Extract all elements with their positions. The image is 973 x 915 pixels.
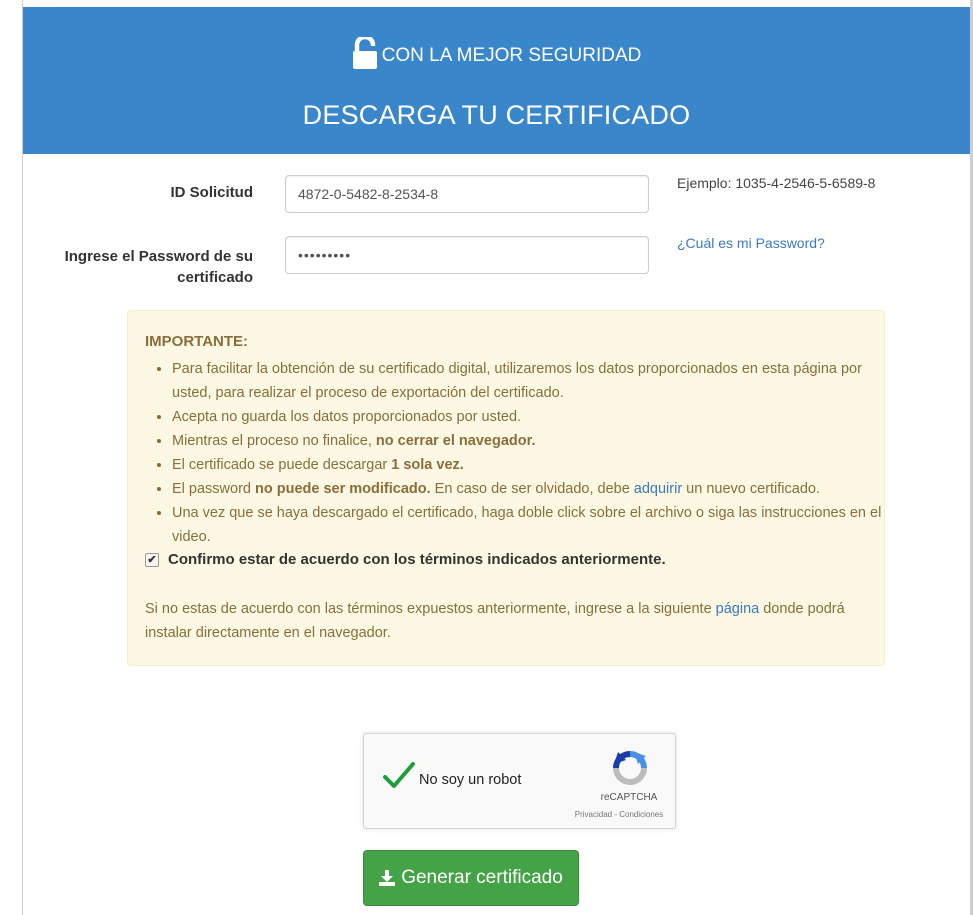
notice-item-bold: no cerrar el navegador. [375,433,536,449]
id-example-hint: Ejemplo: 1035-4-2546-5-6589-8 [677,175,876,191]
recaptcha-links[interactable]: Privacidad - Condiciones [564,810,674,819]
id-solicitud-label: ID Solicitud [170,184,254,201]
notice-item-text: Mientras el proceso no finalice, [172,433,376,449]
notice-item-text: El password [172,481,256,497]
recaptcha-brand: reCAPTCHA [600,792,658,803]
security-line: CON LA MEJOR SEGURIDAD [23,34,970,72]
notice-item-bold: 1 sola vez. [391,457,464,473]
list-item: Acepta no guarda los datos proporcionado… [172,405,882,429]
list-item: Una vez que se haya descargado el certif… [172,501,882,549]
notice-title: IMPORTANTE: [145,333,249,350]
page-header: CON LA MEJOR SEGURIDAD DESCARGA TU CERTI… [23,7,970,154]
download-icon [379,870,396,886]
page-title: DESCARGA TU CERTIFICADO [302,100,691,130]
notice-item-text: Para facilitar la obtención de su certif… [172,361,862,401]
terms-confirm-label: Confirmo estar de acuerdo con los términ… [168,551,666,568]
password-label-line1: Ingrese el Password de su [64,248,253,265]
security-text: CON LA MEJOR SEGURIDAD [381,45,642,66]
password-label-line2: certificado [177,269,253,286]
password-input[interactable] [285,236,649,274]
checkmark-icon[interactable] [382,760,416,792]
pagina-link[interactable]: página [716,601,760,617]
generar-certificado-button[interactable]: Generar certificado [363,850,579,906]
terms-checkbox[interactable]: ✔ [145,552,159,567]
list-item: El certificado se puede descargar 1 sola… [172,453,882,477]
password-label: Ingrese el Password de su certificado [40,246,253,288]
unlock-icon [352,34,378,69]
list-item: Mientras el proceso no finalice, no cerr… [172,429,882,453]
generar-certificado-label: Generar certificado [401,867,563,888]
list-item: El password no puede ser modificado. En … [172,477,882,501]
notice-item-bold: no puede ser modificado. [255,481,431,497]
recaptcha-logo-icon [612,750,648,786]
important-notice: IMPORTANTE: Para facilitar la obtención … [127,310,885,666]
recaptcha-label: No soy un robot [419,772,522,788]
id-solicitud-input[interactable] [285,175,649,213]
notice-item-text: Acepta no guarda los datos proporcionado… [172,409,522,425]
notice-item-text: En caso de ser olvidado, debe [430,481,634,497]
recaptcha-widget[interactable]: No soy un robot reCAPTCHA Privacidad - C… [363,733,676,829]
terms-confirm[interactable]: ✔ Confirmo estar de acuerdo con los térm… [145,551,666,568]
notice-footer-text: Si no estas de acuerdo con las términos … [145,601,716,617]
notice-item-text: un nuevo certificado. [682,481,820,497]
list-item: Para facilitar la obtención de su certif… [172,357,882,405]
password-help-link[interactable]: ¿Cuál es mi Password? [677,235,825,251]
adquirir-link[interactable]: adquirir [634,481,682,497]
notice-item-text: El certificado se puede descargar [172,457,392,473]
notice-list: Para facilitar la obtención de su certif… [145,357,882,549]
notice-item-text: Una vez que se haya descargado el certif… [172,505,882,545]
notice-footer: Si no estas de acuerdo con las términos … [145,597,870,645]
